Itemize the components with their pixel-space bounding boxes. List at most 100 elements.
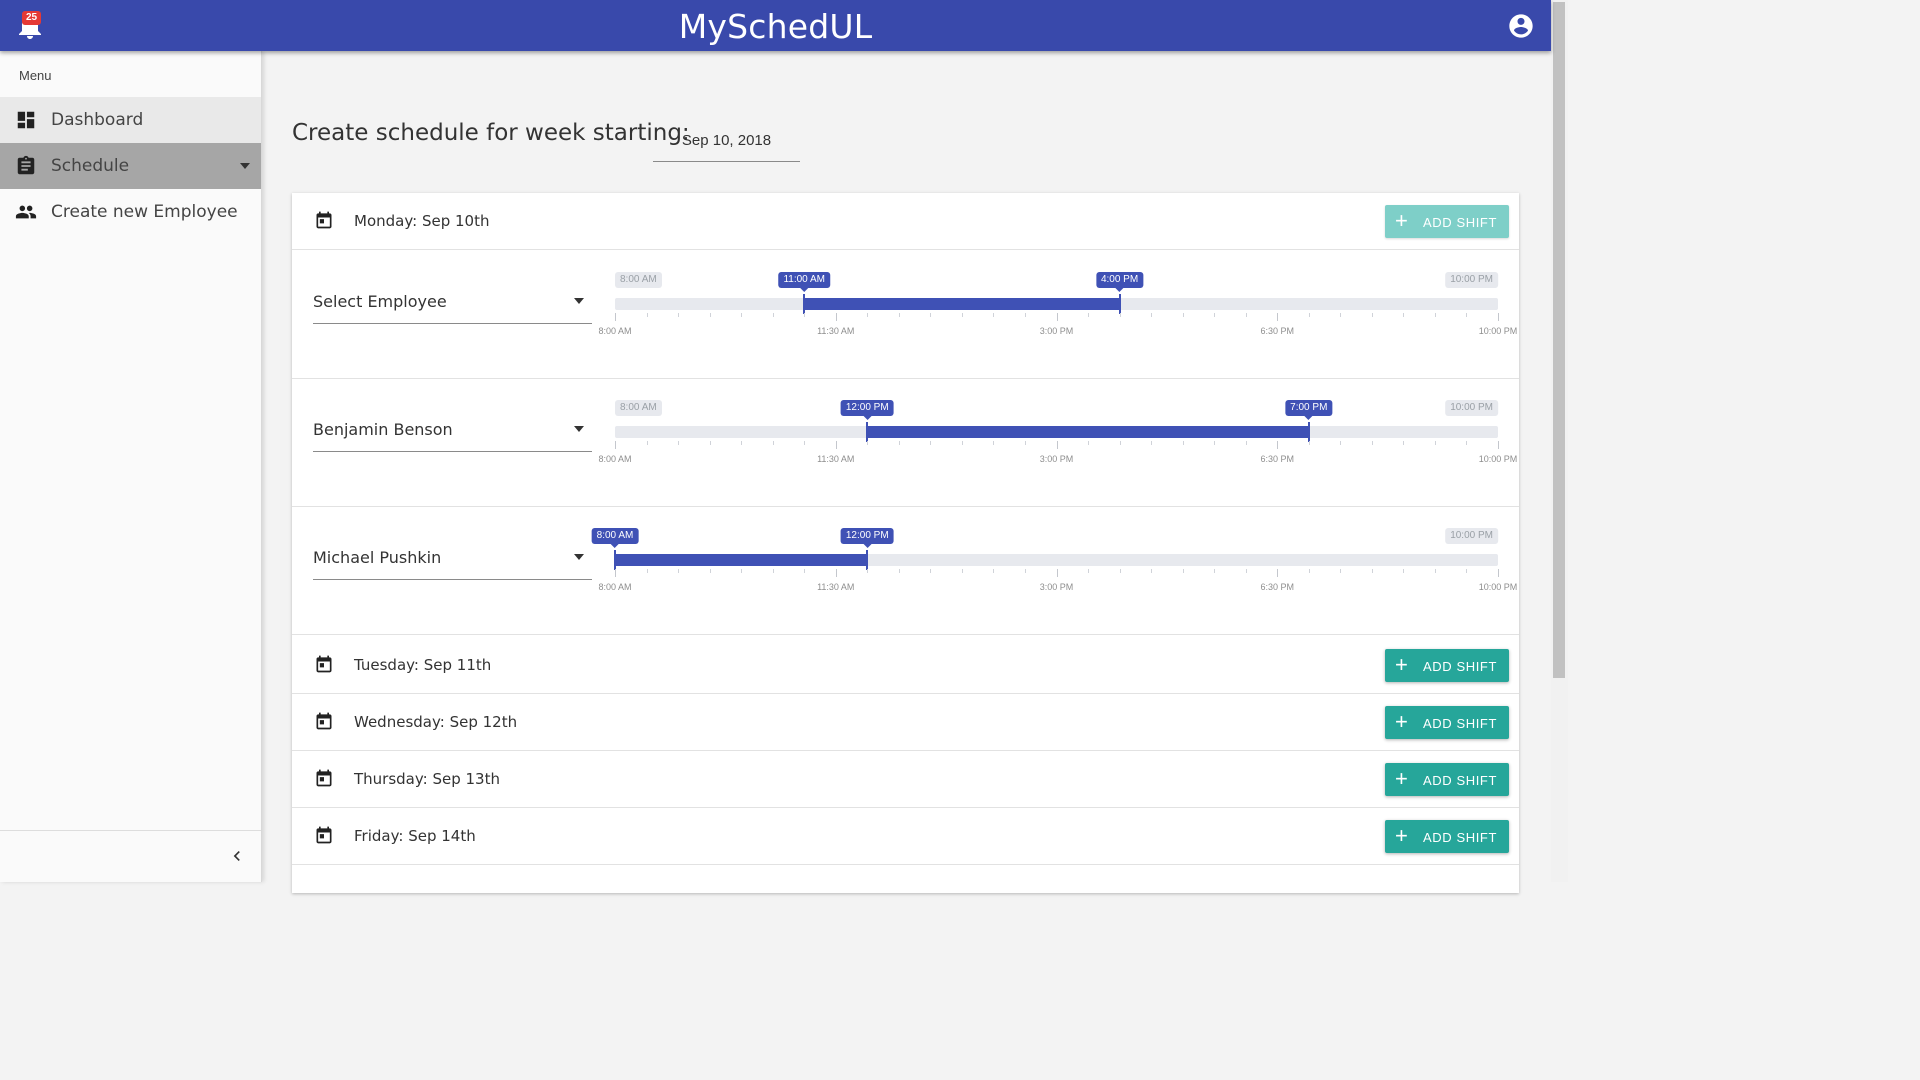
- start-handle[interactable]: [803, 294, 806, 314]
- tick-label: 10:00 PM: [1478, 454, 1518, 464]
- add-shift-button[interactable]: + ADD SHIFT: [1385, 706, 1509, 739]
- sidebar-item-dashboard[interactable]: Dashboard: [0, 97, 261, 143]
- calendar-icon: [316, 712, 332, 730]
- day-title: Friday: Sep 14th: [354, 827, 476, 845]
- add-shift-button[interactable]: + ADD SHIFT: [1385, 205, 1509, 238]
- slider-tick: [898, 441, 900, 445]
- employee-name: Select Employee: [313, 292, 447, 311]
- slider-tick: [835, 441, 837, 449]
- day-title: Tuesday: Sep 11th: [354, 656, 492, 674]
- slider-tick: [1119, 441, 1121, 445]
- slider-tick: [1308, 441, 1310, 445]
- slider-tick: [646, 441, 648, 445]
- sidebar-item-label: Schedule: [51, 156, 130, 176]
- scrollbar-thumb[interactable]: [1553, 2, 1565, 678]
- slider-tick: [1024, 569, 1026, 573]
- tick-label: 10:00 PM: [1478, 582, 1518, 592]
- sidebar-item-schedule[interactable]: Schedule: [0, 143, 261, 189]
- slider-tick: [961, 441, 963, 445]
- slider-tick: [804, 441, 806, 445]
- calendar-icon: [316, 655, 332, 673]
- end-handle[interactable]: [1307, 422, 1310, 442]
- day-header-row: Wednesday: Sep 12th + ADD SHIFT: [292, 694, 1519, 751]
- slider-range: [804, 298, 1120, 310]
- account-circle-icon: [1509, 14, 1533, 38]
- shift-time-slider[interactable]: 8:00 AM 10:00 PM 12:00 PM 7:00 PM 8:00 AM 11:…: [598, 378, 1517, 506]
- slider-tick: [1434, 441, 1436, 445]
- add-shift-label: ADD SHIFT: [1423, 659, 1498, 674]
- slider-tick: [1024, 441, 1026, 445]
- slider-tick: [1024, 313, 1026, 317]
- plus-icon: +: [1395, 652, 1409, 677]
- end-time-label: 7:00 PM: [1285, 400, 1333, 420]
- start-time-label: 11:00 AM: [778, 272, 830, 292]
- slider-tick: [1056, 441, 1058, 449]
- add-shift-button[interactable]: + ADD SHIFT: [1385, 820, 1509, 853]
- slider-tick: [1119, 569, 1121, 573]
- start-handle[interactable]: [614, 550, 616, 570]
- chevron-down-icon: [574, 298, 584, 304]
- shift-time-slider[interactable]: 10:00 PM 8:00 AM 12:00 PM 8:00 AM 11:30 AM 3:…: [591, 506, 1517, 634]
- add-shift-label: ADD SHIFT: [1423, 773, 1498, 788]
- slider-tick: [1088, 569, 1090, 573]
- slider-tick: [1498, 569, 1499, 577]
- slider-tick: [1056, 569, 1058, 577]
- chevron-left-icon[interactable]: [227, 846, 247, 866]
- add-shift-button[interactable]: + ADD SHIFT: [1385, 763, 1509, 796]
- slider-tick: [709, 313, 711, 317]
- slider-tick: [1056, 313, 1058, 321]
- clipboard-icon: [17, 155, 35, 175]
- tick-label: 3:00 PM: [1039, 582, 1074, 592]
- slider-tick: [741, 313, 743, 317]
- slider-tick: [1277, 441, 1279, 449]
- tick-label: 8:00 AM: [598, 326, 632, 336]
- slider-tick: [678, 441, 680, 445]
- shift-row: Benjamin Benson 8:00 AM 10:00 PM 12:00 PM 7:…: [292, 378, 1519, 507]
- employee-select[interactable]: Michael Pushkin: [313, 546, 592, 580]
- shift-time-slider[interactable]: 8:00 AM 10:00 PM 11:00 AM 4:00 PM 8:00 AM 11:…: [598, 250, 1517, 378]
- slider-tick: [835, 313, 837, 321]
- slider-tick: [1371, 441, 1373, 445]
- slider-tick: [709, 569, 711, 573]
- day-title: Monday: Sep 10th: [354, 212, 490, 230]
- tick-label: 6:30 PM: [1260, 454, 1295, 464]
- day-title: Thursday: Sep 13th: [354, 770, 500, 788]
- people-icon: [15, 205, 37, 219]
- slider-min-label: 8:00 AM: [615, 272, 662, 288]
- end-handle[interactable]: [866, 550, 869, 570]
- menu-label: Menu: [19, 68, 52, 83]
- employee-select[interactable]: Select Employee: [313, 290, 592, 324]
- plus-icon: +: [1395, 208, 1409, 233]
- slider-tick: [1088, 441, 1090, 445]
- slider-range: [867, 426, 1309, 438]
- dashboard-icon: [17, 111, 35, 129]
- add-shift-button[interactable]: + ADD SHIFT: [1385, 649, 1509, 682]
- sidebar-item-label: Dashboard: [51, 110, 144, 130]
- account-button[interactable]: [1507, 12, 1535, 40]
- slider-tick: [867, 313, 869, 317]
- shift-row: Michael Pushkin 10:00 PM 8:00 AM 12:00 PM 8:…: [292, 506, 1519, 635]
- day-title: Wednesday: Sep 12th: [354, 713, 518, 731]
- slider-tick: [741, 441, 743, 445]
- employee-name: Benjamin Benson: [313, 420, 453, 439]
- sidebar-item-label: Create new Employee: [51, 202, 238, 222]
- end-handle[interactable]: [1118, 294, 1121, 314]
- employee-select[interactable]: Benjamin Benson: [313, 418, 592, 452]
- slider-tick: [646, 313, 648, 317]
- slider-tick: [1245, 441, 1247, 445]
- end-time-label: 4:00 PM: [1095, 272, 1144, 292]
- end-time-label: 12:00 PM: [840, 528, 894, 548]
- chevron-down-icon: [574, 426, 584, 432]
- sidebar-item-create-employee[interactable]: Create new Employee: [0, 189, 261, 235]
- slider-tick: [1403, 313, 1405, 317]
- start-handle[interactable]: [866, 422, 869, 442]
- calendar-icon: [316, 826, 332, 844]
- slider-tick: [1214, 569, 1216, 573]
- slider-tick: [1151, 569, 1153, 573]
- slider-tick: [1182, 441, 1184, 445]
- week-start-date-field[interactable]: [653, 120, 800, 162]
- slider-tick: [1214, 441, 1216, 445]
- sidebar: Menu Dashboard Schedule Create new Emplo…: [0, 51, 262, 882]
- start-time-label: 12:00 PM: [840, 400, 894, 420]
- slider-tick: [646, 569, 648, 573]
